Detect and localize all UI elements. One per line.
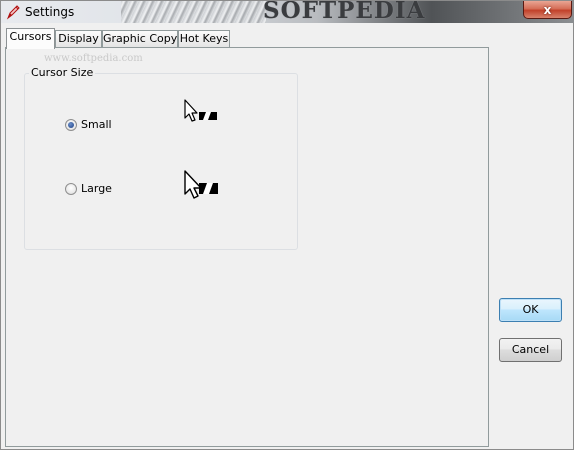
tab-display[interactable]: Display [55,30,102,48]
large-radio-label[interactable]: Large [81,182,112,195]
close-button[interactable]: x [523,1,572,19]
tab-hot-keys[interactable]: Hot Keys [178,30,230,48]
pencil-icon [6,5,20,20]
cursor-size-group: Cursor Size Small Large [24,67,298,250]
tab-cursors[interactable]: Cursors [6,28,55,49]
large-cursor-icon [184,170,218,199]
softpedia-watermark: www.softpedia.com [44,53,143,64]
cancel-button[interactable]: Cancel [499,338,562,362]
small-cursor-icon [184,99,217,122]
cursors-tab-panel: www.softpedia.com Cursor Size Small Larg… [5,47,489,447]
settings-window: SOFTPEDIA Settings x Cursors Display Gra… [0,0,574,450]
small-cursor-option[interactable]: Small [65,118,112,131]
small-radio-label[interactable]: Small [81,118,112,131]
large-radio-button[interactable] [65,182,77,195]
window-title: Settings [25,5,75,19]
title-bar-background-watermark: SOFTPEDIA [263,1,426,23]
small-radio-button[interactable] [65,118,77,131]
cursor-size-group-title: Cursor Size [29,66,96,79]
close-icon: x [543,2,552,17]
title-bar[interactable]: SOFTPEDIA Settings x [1,1,574,23]
tab-graphic-copy[interactable]: Graphic Copy [102,30,178,48]
large-cursor-option[interactable]: Large [65,182,112,195]
title-bar-background-texture [121,1,266,23]
ok-button[interactable]: OK [499,298,562,322]
